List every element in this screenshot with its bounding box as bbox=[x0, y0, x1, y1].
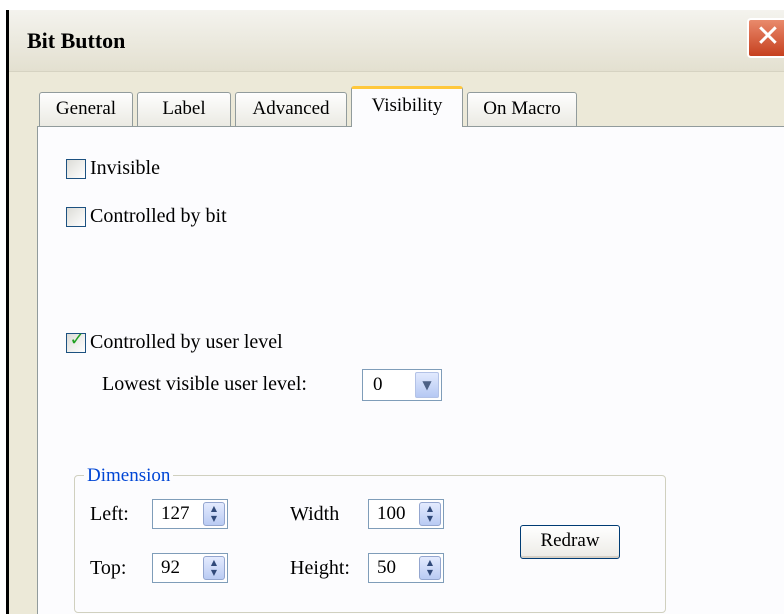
visibility-panel: Invisible Controlled by bit ✓ Controlled… bbox=[37, 126, 784, 614]
height-value: 50 bbox=[377, 557, 396, 578]
tab-visibility[interactable]: Visibility bbox=[351, 86, 463, 127]
lowest-level-label: Lowest visible user level: bbox=[102, 373, 307, 395]
controlled-by-user-level-checkbox[interactable]: ✓ Controlled by user level bbox=[66, 329, 283, 354]
spinner-arrows-icon[interactable]: ▲ ▼ bbox=[203, 556, 225, 580]
close-button[interactable]: ✕ bbox=[747, 18, 784, 58]
width-label: Width bbox=[290, 503, 340, 525]
tab-general[interactable]: General bbox=[39, 92, 133, 126]
left-label: Left: bbox=[90, 503, 129, 525]
title-bar[interactable]: Bit Button ✕ bbox=[9, 10, 784, 72]
close-icon: ✕ bbox=[755, 19, 781, 54]
tab-label[interactable]: Label bbox=[137, 92, 231, 126]
height-label: Height: bbox=[290, 557, 350, 579]
dialog-window: Bit Button ✕ General Label Advanced Visi… bbox=[6, 10, 784, 614]
window-title: Bit Button bbox=[27, 28, 126, 53]
checkbox-box[interactable]: ✓ bbox=[66, 329, 86, 353]
spinner-arrows-icon[interactable]: ▲ ▼ bbox=[203, 502, 225, 526]
top-label: Top: bbox=[90, 557, 127, 579]
spinner-arrows-icon[interactable]: ▲ ▼ bbox=[419, 556, 441, 580]
top-spinner[interactable]: 92 ▲ ▼ bbox=[152, 553, 228, 583]
left-value: 127 bbox=[161, 503, 190, 524]
tab-advanced[interactable]: Advanced bbox=[235, 92, 347, 126]
controlled-by-bit-checkbox[interactable]: Controlled by bit bbox=[66, 205, 227, 228]
dimension-title: Dimension bbox=[84, 465, 174, 487]
checkmark-icon: ✓ bbox=[69, 328, 85, 350]
tab-on-macro[interactable]: On Macro bbox=[467, 92, 577, 126]
controlled-by-bit-label: Controlled by bit bbox=[90, 205, 227, 227]
invisible-label: Invisible bbox=[90, 157, 160, 179]
lowest-level-value: 0 bbox=[373, 374, 383, 395]
width-value: 100 bbox=[377, 503, 406, 524]
checkbox-box[interactable] bbox=[66, 158, 86, 179]
checkbox-box[interactable] bbox=[66, 206, 86, 227]
redraw-button[interactable]: Redraw bbox=[520, 525, 620, 559]
left-spinner[interactable]: 127 ▲ ▼ bbox=[152, 499, 228, 529]
width-spinner[interactable]: 100 ▲ ▼ bbox=[368, 499, 444, 529]
invisible-checkbox[interactable]: Invisible bbox=[66, 157, 160, 180]
lowest-level-select[interactable]: 0 ▼ bbox=[362, 369, 442, 401]
controlled-by-user-level-label: Controlled by user level bbox=[90, 331, 283, 353]
spinner-arrows-icon[interactable]: ▲ ▼ bbox=[419, 502, 441, 526]
chevron-down-icon[interactable]: ▼ bbox=[415, 372, 439, 398]
top-value: 92 bbox=[161, 557, 180, 578]
height-spinner[interactable]: 50 ▲ ▼ bbox=[368, 553, 444, 583]
